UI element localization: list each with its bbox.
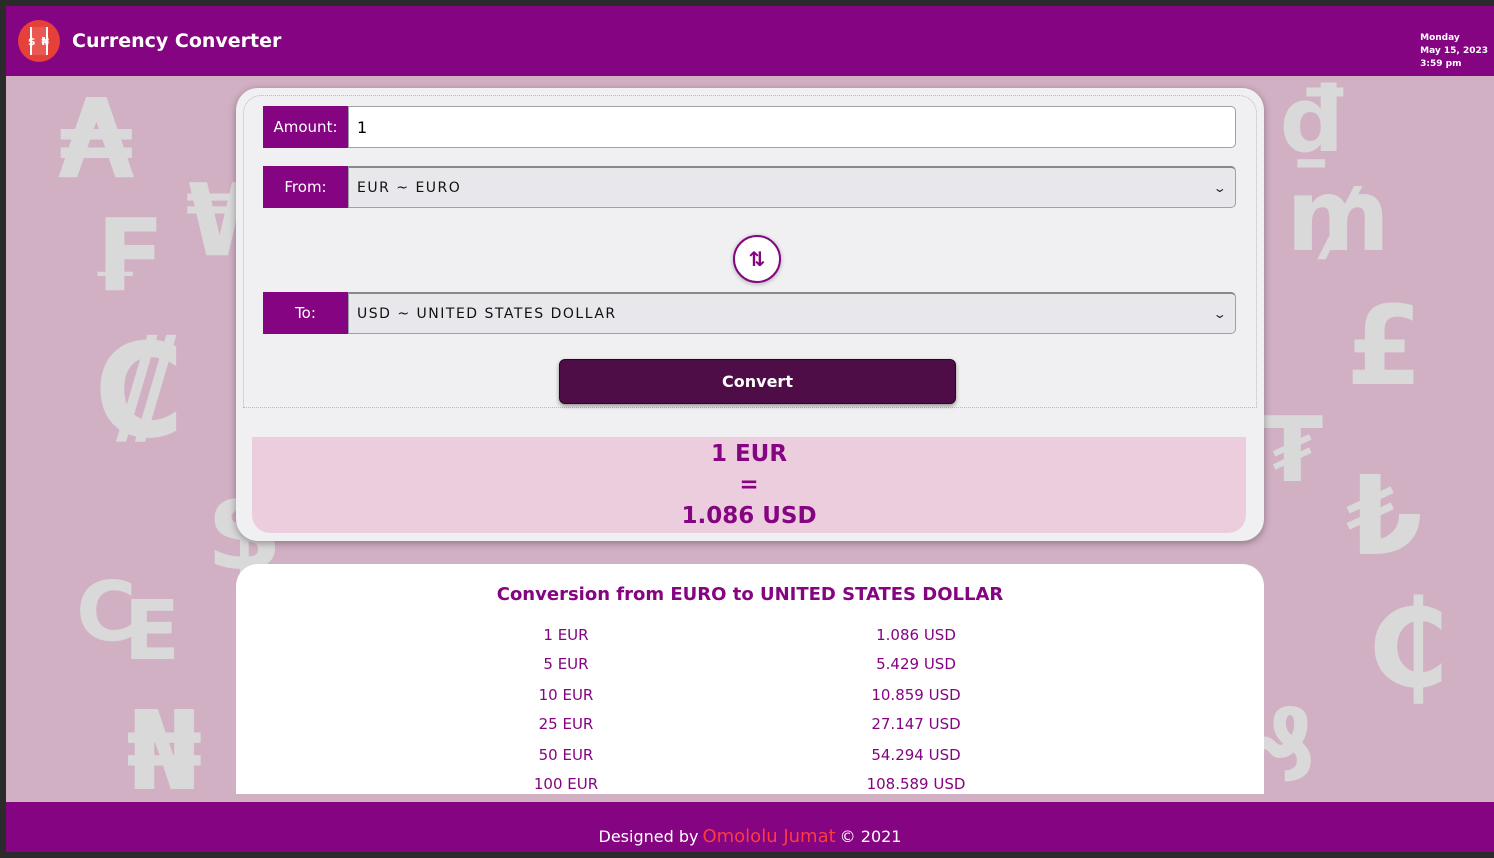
to-label: To: [263,292,348,334]
converter-card: Amount: From: EUR ~ EURO ⌄ ⇅ To: USD ~ U… [236,88,1264,541]
amount-row: Amount: [263,106,1236,148]
table-row: 1 EUR 1.086 USD [236,626,1264,656]
background-symbol: ₫ [1281,68,1344,173]
to-row: To: USD ~ UNITED STATES DOLLAR ⌄ [263,292,1236,334]
background-symbol: ₡ [94,315,185,467]
footer-copyright: © 2021 [839,826,902,846]
background-symbol: ₵ [1366,576,1450,715]
app-title: Currency Converter [72,30,282,52]
converter-form: Amount: From: EUR ~ EURO ⌄ ⇅ To: USD ~ U… [243,95,1257,408]
app-header: $ ₦ Currency Converter Monday May 15, 20… [6,6,1494,76]
table-cell-to: 1.086 USD [876,626,956,644]
swap-arrows-icon: ⇅ [748,247,766,271]
background-symbol: ₺ [1346,452,1423,580]
convert-button[interactable]: Convert [559,359,956,404]
current-datetime: Monday May 15, 2023 3:59 pm [1420,32,1488,71]
current-day: Monday [1420,33,1460,43]
table-cell-from: 25 EUR [538,715,594,733]
app-footer: Designed by Omololu Jumat © 2021 [6,802,1494,852]
background-symbol: ₥ [1286,157,1391,274]
author-link[interactable]: Omololu Jumat [702,826,835,847]
current-date: May 15, 2023 [1420,46,1488,56]
chevron-down-icon: ⌄ [1213,180,1230,195]
table-cell-from: 1 EUR [543,626,589,644]
from-row: From: EUR ~ EURO ⌄ [263,166,1236,208]
background-symbol: ₮ [1261,398,1324,503]
background-symbol: £ [1346,282,1423,410]
background-symbol: ₣ [90,197,160,314]
table-cell-to: 27.147 USD [871,715,961,733]
table-row: 5 EUR 5.429 USD [236,655,1264,685]
result-to-amount: 1.086 USD [681,503,817,529]
from-currency-select[interactable]: EUR ~ EURO ⌄ [348,166,1236,208]
footer-prefix: Designed by [598,826,699,846]
table-row: 25 EUR 27.147 USD [236,715,1264,745]
conversion-table-card: Conversion from EURO to UNITED STATES DO… [236,564,1264,794]
table-cell-from: 10 EUR [538,686,594,704]
logo-bar-shape [30,27,48,55]
table-row: 100 EUR 108.589 USD [236,775,1264,794]
result-equals: = [739,472,759,498]
to-currency-value: USD ~ UNITED STATES DOLLAR [357,305,617,322]
amount-input[interactable] [348,106,1236,148]
table-cell-to: 10.859 USD [871,686,961,704]
from-label: From: [263,166,348,208]
table-cell-from: 50 EUR [538,746,594,764]
swap-currencies-button[interactable]: ⇅ [733,235,781,283]
chevron-down-icon: ⌄ [1213,306,1230,321]
table-row: 10 EUR 10.859 USD [236,686,1264,716]
from-currency-value: EUR ~ EURO [357,179,462,196]
app-logo: $ ₦ [18,20,60,62]
background-symbol: ₦ [126,687,203,815]
background-symbol: ₳ [58,75,135,203]
table-cell-from: 100 EUR [533,775,599,793]
table-cell-to: 5.429 USD [876,655,956,673]
table-cell-to: 108.589 USD [866,775,966,793]
conversion-result: 1 EUR = 1.086 USD [252,437,1246,533]
to-currency-select[interactable]: USD ~ UNITED STATES DOLLAR ⌄ [348,292,1236,334]
table-cell-from: 5 EUR [543,655,589,673]
current-time: 3:59 pm [1420,59,1462,69]
amount-label: Amount: [263,106,348,148]
table-row: 50 EUR 54.294 USD [236,746,1264,776]
background-symbol: ₠ [76,557,179,685]
result-from-amount: 1 EUR [710,441,788,467]
table-cell-to: 54.294 USD [871,746,961,764]
conversion-table-title: Conversion from EURO to UNITED STATES DO… [496,584,1004,605]
app-window: ₳ ₣ ₩ ₡ $ ₠ ₦ ₫ ₥ £ ₮ ₺ ₵ ₰ $ ₦ Currency… [6,6,1494,852]
